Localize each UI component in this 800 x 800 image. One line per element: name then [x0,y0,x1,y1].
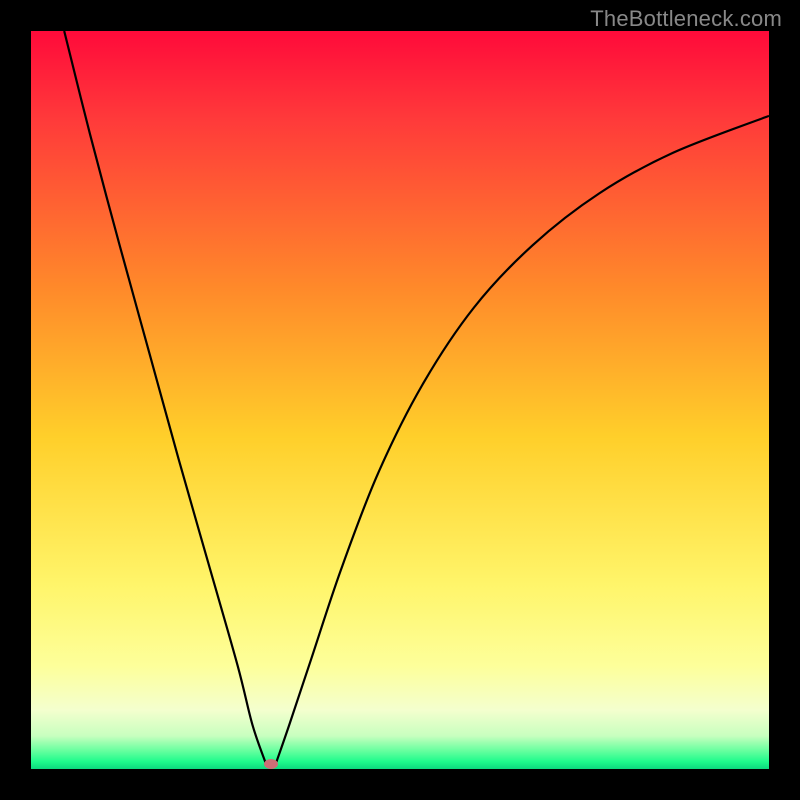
watermark-text: TheBottleneck.com [590,6,782,32]
chart-frame: TheBottleneck.com [0,0,800,800]
minimum-marker [264,759,278,769]
gradient-background [31,31,769,769]
plot-area [31,31,769,769]
